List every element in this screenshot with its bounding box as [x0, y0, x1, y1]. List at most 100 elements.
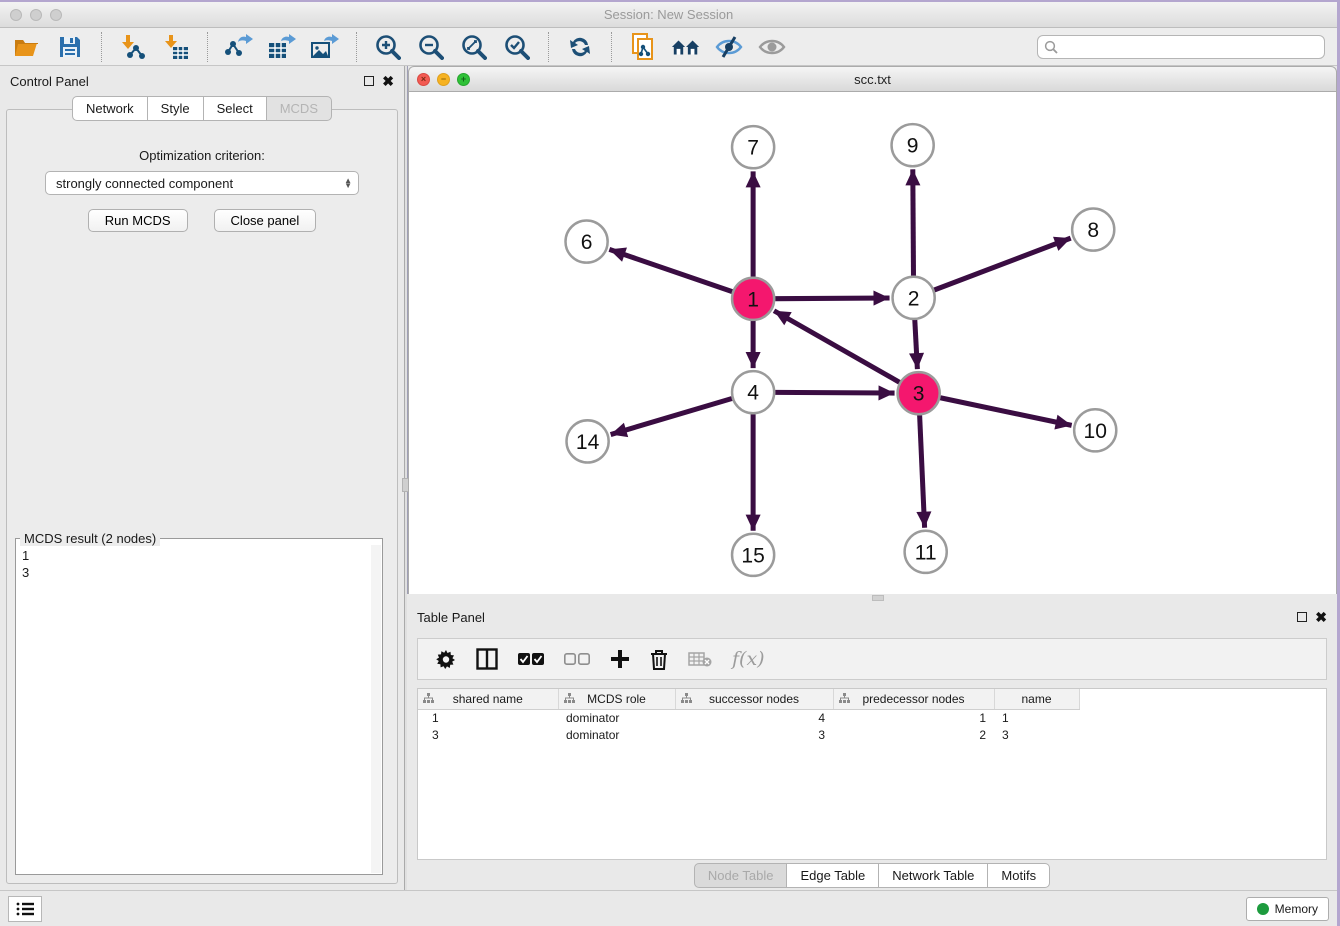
duplicate-network-icon[interactable] — [628, 32, 658, 62]
control-panel-title: Control Panel — [10, 74, 364, 89]
graph-node-11[interactable]: 11 — [905, 531, 947, 573]
graph-node-1[interactable]: 1 — [732, 278, 774, 320]
zoom-in-icon[interactable] — [373, 32, 403, 62]
cell-successor-nodes[interactable]: 3 — [675, 726, 833, 743]
export-table-icon[interactable] — [267, 32, 297, 62]
close-panel-icon[interactable]: ✖ — [382, 74, 394, 88]
close-panel-icon[interactable]: ✖ — [1315, 610, 1327, 624]
result-scrollbar[interactable] — [371, 545, 381, 873]
cell-mcds-role[interactable]: dominator — [558, 709, 675, 726]
edge-2-9[interactable] — [913, 169, 914, 275]
svg-text:11: 11 — [915, 541, 937, 564]
delete-table-icon[interactable] — [688, 651, 712, 667]
memory-button[interactable]: Memory — [1246, 897, 1329, 921]
edge-1-6[interactable] — [609, 249, 732, 291]
network-canvas[interactable]: 1 2 3 4 6 7 8 9 10 11 14 15 — [408, 92, 1337, 594]
tab-style[interactable]: Style — [148, 96, 204, 121]
cell-shared-name[interactable]: 3 — [418, 726, 558, 743]
home-layout-icon[interactable] — [671, 32, 701, 62]
column-header-mcds-role[interactable]: MCDS role — [558, 689, 675, 709]
list-icon — [16, 902, 34, 916]
tab-node-table[interactable]: Node Table — [694, 863, 788, 888]
tab-motifs[interactable]: Motifs — [988, 863, 1050, 888]
export-network-icon[interactable] — [224, 32, 254, 62]
hide-panel-eye-icon[interactable] — [714, 32, 744, 62]
toolbar-separator — [101, 32, 102, 62]
save-session-icon[interactable] — [55, 32, 85, 62]
tree-icon — [681, 693, 692, 707]
graph-node-4[interactable]: 4 — [732, 371, 774, 413]
svg-text:4: 4 — [747, 382, 759, 405]
settings-gear-icon[interactable] — [436, 649, 456, 669]
horizontal-splitter[interactable] — [407, 594, 1337, 602]
delete-column-icon[interactable] — [650, 649, 668, 670]
show-panel-eye-icon[interactable] — [757, 32, 787, 62]
window-titlebar: Session: New Session — [0, 2, 1337, 28]
table-row[interactable]: 1 dominator 4 1 1 — [418, 709, 1079, 726]
column-header-shared-name[interactable]: shared name — [418, 689, 558, 709]
import-table-icon[interactable] — [161, 32, 191, 62]
column-header-successor-nodes[interactable]: successor nodes — [675, 689, 833, 709]
function-builder-icon[interactable]: f(x) — [732, 648, 765, 670]
edge-3-11[interactable] — [920, 415, 925, 527]
cell-predecessor-nodes[interactable]: 1 — [833, 709, 994, 726]
tab-network-table[interactable]: Network Table — [879, 863, 988, 888]
export-image-icon[interactable] — [310, 32, 340, 62]
toolbar-search — [1037, 35, 1325, 59]
import-network-icon[interactable] — [118, 32, 148, 62]
cell-shared-name[interactable]: 1 — [418, 709, 558, 726]
tab-mcds[interactable]: MCDS — [267, 96, 332, 121]
zoom-selected-icon[interactable] — [502, 32, 532, 62]
splitter-grip[interactable] — [872, 595, 884, 601]
zoom-out-icon[interactable] — [416, 32, 446, 62]
graph-node-14[interactable]: 14 — [567, 420, 609, 462]
graph-node-9[interactable]: 9 — [892, 124, 934, 166]
task-history-button[interactable] — [8, 896, 42, 922]
cell-mcds-role[interactable]: dominator — [558, 726, 675, 743]
column-header-name[interactable]: name — [994, 689, 1079, 709]
float-panel-icon[interactable] — [1297, 612, 1307, 622]
network-graph[interactable]: 1 2 3 4 6 7 8 9 10 11 14 15 — [409, 92, 1336, 594]
edge-3-1[interactable] — [774, 311, 899, 383]
graph-node-6[interactable]: 6 — [566, 221, 608, 263]
close-panel-button[interactable]: Close panel — [214, 209, 317, 232]
graph-node-10[interactable]: 10 — [1074, 409, 1116, 451]
graph-node-2[interactable]: 2 — [893, 277, 935, 319]
run-mcds-button[interactable]: Run MCDS — [88, 209, 188, 232]
tab-network[interactable]: Network — [72, 96, 148, 121]
cell-name[interactable]: 3 — [994, 726, 1079, 743]
graph-node-7[interactable]: 7 — [732, 126, 774, 168]
deselect-all-checkboxes-icon[interactable] — [564, 653, 590, 666]
tab-edge-table[interactable]: Edge Table — [787, 863, 879, 888]
select-stepper-icon: ▲▼ — [344, 178, 354, 188]
vertical-splitter[interactable] — [404, 66, 407, 890]
cell-successor-nodes[interactable]: 4 — [675, 709, 833, 726]
add-column-icon[interactable] — [610, 649, 630, 669]
mcds-result-text[interactable]: 1 3 — [22, 547, 370, 873]
toolbar-separator — [548, 32, 549, 62]
select-all-checkboxes-icon[interactable] — [518, 653, 544, 666]
search-input[interactable] — [1037, 35, 1325, 59]
open-folder-icon[interactable] — [12, 32, 42, 62]
edge-3-10[interactable] — [940, 398, 1071, 426]
zoom-fit-icon[interactable] — [459, 32, 489, 62]
float-panel-icon[interactable] — [364, 76, 374, 86]
edge-4-3[interactable] — [775, 392, 894, 393]
optimization-criterion-label: Optimization criterion: — [7, 148, 397, 163]
cell-predecessor-nodes[interactable]: 2 — [833, 726, 994, 743]
criterion-select[interactable]: strongly connected component ▲▼ — [45, 171, 359, 195]
tab-select[interactable]: Select — [204, 96, 267, 121]
graph-node-3[interactable]: 3 — [898, 372, 940, 414]
edge-1-2[interactable] — [775, 298, 889, 299]
graph-node-8[interactable]: 8 — [1072, 208, 1114, 250]
column-chooser-icon[interactable] — [476, 648, 498, 670]
table-row[interactable]: 3 dominator 3 2 3 — [418, 726, 1079, 743]
column-header-predecessor-nodes[interactable]: predecessor nodes — [833, 689, 994, 709]
graph-node-15[interactable]: 15 — [732, 534, 774, 576]
node-table[interactable]: shared name MCDS role successor nodes — [417, 688, 1327, 860]
edge-2-8[interactable] — [934, 238, 1070, 290]
cell-name[interactable]: 1 — [994, 709, 1079, 726]
refresh-layout-icon[interactable] — [565, 32, 595, 62]
edge-2-3[interactable] — [915, 320, 918, 369]
edge-4-14[interactable] — [611, 398, 732, 434]
